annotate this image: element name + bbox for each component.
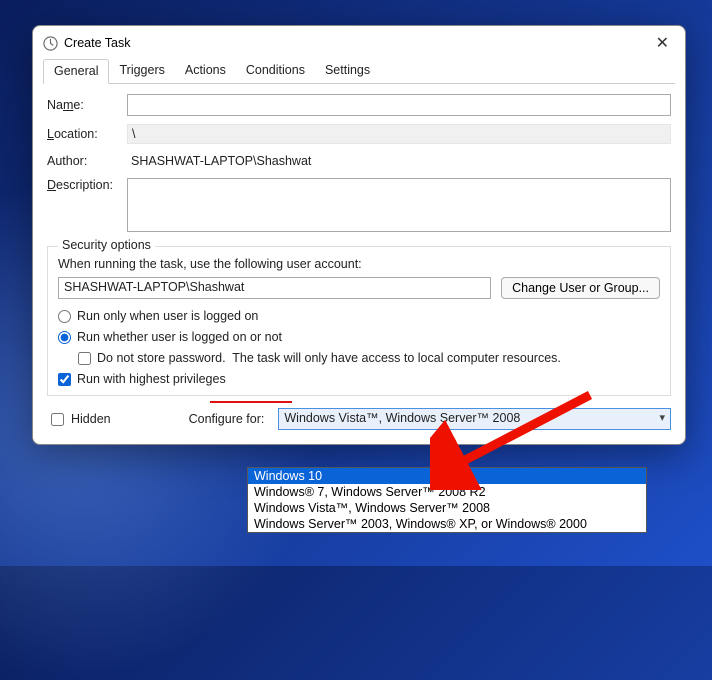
name-input[interactable] (127, 94, 671, 116)
dropdown-item-win7[interactable]: Windows® 7, Windows Server™ 2008 R2 (248, 484, 646, 500)
configure-for-combo[interactable]: Windows Vista™, Windows Server™ 2008 (278, 408, 671, 430)
name-label: Name: (47, 98, 127, 112)
tab-conditions[interactable]: Conditions (236, 59, 315, 83)
titlebar: Create Task ✕ (33, 26, 685, 59)
tab-settings[interactable]: Settings (315, 59, 380, 83)
description-input[interactable] (127, 178, 671, 232)
highest-privileges-check[interactable]: Run with highest privileges (58, 372, 660, 386)
dropdown-item-2003[interactable]: Windows Server™ 2003, Windows® XP, or Wi… (248, 516, 646, 532)
tab-bar: General Triggers Actions Conditions Sett… (43, 59, 675, 84)
run-whether-radio[interactable]: Run whether user is logged on or not (58, 330, 660, 344)
window-title: Create Task (64, 36, 650, 50)
security-options-title: Security options (58, 238, 155, 252)
task-icon (43, 36, 58, 51)
location-label: Location: (47, 127, 127, 141)
general-pane: Name: Location: \ Author: SHASHWAT-LAPTO… (33, 84, 685, 444)
no-store-password-check[interactable]: Do not store password. The task will onl… (78, 351, 660, 365)
configure-for-dropdown: Windows 10 Windows® 7, Windows Server™ 2… (247, 467, 647, 533)
author-label: Author: (47, 154, 127, 168)
location-value: \ (127, 124, 671, 144)
author-value: SHASHWAT-LAPTOP\Shashwat (127, 152, 671, 170)
user-account-field: SHASHWAT-LAPTOP\Shashwat (58, 277, 491, 299)
tab-triggers[interactable]: Triggers (109, 59, 174, 83)
dropdown-item-vista[interactable]: Windows Vista™, Windows Server™ 2008 (248, 500, 646, 516)
run-logged-on-label: Run only when user is logged on (77, 309, 258, 323)
run-logged-on-radio[interactable]: Run only when user is logged on (58, 309, 660, 323)
hidden-check[interactable]: Hidden (47, 410, 111, 429)
tab-general[interactable]: General (43, 59, 109, 84)
security-options-group: Security options When running the task, … (47, 246, 671, 396)
no-store-password-label: Do not store password. The task will onl… (97, 351, 561, 365)
configure-for-selected: Windows Vista™, Windows Server™ 2008 (284, 411, 520, 425)
dropdown-item-win10[interactable]: Windows 10 (248, 468, 646, 484)
configure-for-label: Configure for: (189, 412, 265, 426)
tab-actions[interactable]: Actions (175, 59, 236, 83)
run-whether-label: Run whether user is logged on or not (77, 330, 282, 344)
change-user-button[interactable]: Change User or Group... (501, 277, 660, 299)
close-icon[interactable]: ✕ (650, 33, 675, 53)
highest-privileges-label: Run with highest privileges (77, 372, 226, 386)
hidden-label: Hidden (71, 412, 111, 426)
annotation-underline (210, 401, 292, 403)
description-label: Description: (47, 178, 127, 192)
user-account-prompt: When running the task, use the following… (58, 257, 660, 271)
create-task-window: Create Task ✕ General Triggers Actions C… (32, 25, 686, 445)
